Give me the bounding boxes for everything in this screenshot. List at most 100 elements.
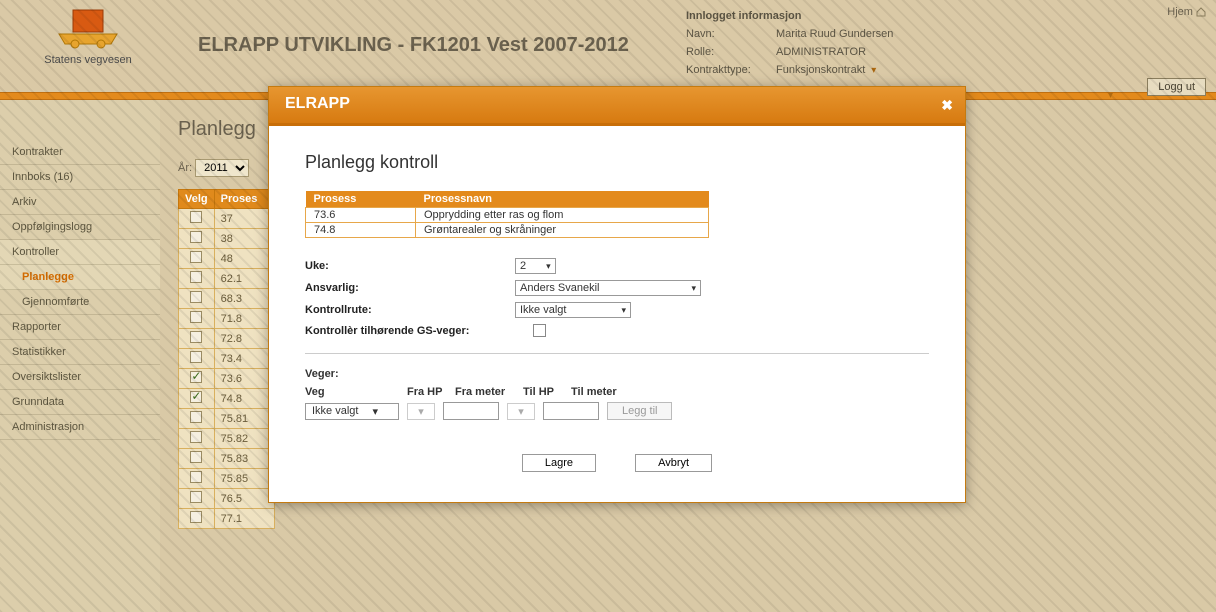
row-code: 75.82 [214,429,274,449]
chevron-down-icon: ▾ [372,405,378,418]
col-prosess: Proses [214,190,274,209]
sidebar-item-kontrakter[interactable]: Kontrakter [0,140,160,165]
row-checkbox-cell[interactable] [179,429,215,449]
user-info-title: Innlogget informasjon [686,10,1116,22]
table-row: 62.1 [179,269,275,289]
tilmeter-input[interactable] [543,402,599,420]
row-checkbox-cell[interactable] [179,209,215,229]
row-checkbox-cell[interactable] [179,489,215,509]
checkbox[interactable] [190,231,202,243]
header-extra-dropdown-icon[interactable]: ▾ [1108,90,1113,101]
logout-button[interactable]: Logg ut [1147,78,1206,96]
checkbox[interactable] [190,211,202,223]
table-row: 75.83 [179,449,275,469]
gs-veger-label: Kontrollèr tilhørende GS-veger: [305,325,533,337]
col-velg: Velg [179,190,215,209]
sidebar-item-oppfolgingslogg[interactable]: Oppfølgingslogg [0,215,160,240]
ansvarlig-select[interactable]: Anders Svanekil▾ [515,280,701,296]
row-checkbox-cell[interactable] [179,349,215,369]
checkbox[interactable] [190,351,202,363]
kontrollrute-label: Kontrollrute: [305,304,515,316]
row-checkbox-cell[interactable] [179,409,215,429]
modal-planlegg-kontroll: ELRAPP ✖ Planlegg kontroll Prosess Prose… [268,86,966,503]
chevron-down-icon: ▾ [621,305,626,316]
save-button[interactable]: Lagre [522,454,596,472]
ansvarlig-label: Ansvarlig: [305,282,515,294]
modal-heading: Planlegg kontroll [305,152,929,173]
frameter-input[interactable] [443,402,499,420]
contract-type-label: Kontrakttype: [686,62,776,79]
row-checkbox-cell[interactable] [179,309,215,329]
proc-row: 73.6 Opprydding etter ras og flom [306,208,709,223]
checkbox[interactable] [190,391,202,403]
brand-block: Statens vegvesen [18,6,158,66]
checkbox[interactable] [190,411,202,423]
sidebar-item-grunndata[interactable]: Grunndata [0,390,160,415]
uke-select[interactable]: 2▾ [515,258,556,274]
sidebar-item-kontroller[interactable]: Kontroller [0,240,160,265]
user-role-label: Rolle: [686,44,776,60]
sidebar-item-rapporter[interactable]: Rapporter [0,315,160,340]
row-checkbox-cell[interactable] [179,369,215,389]
selected-process-table: Prosess Prosessnavn 73.6 Opprydding ette… [305,191,709,238]
row-checkbox-cell[interactable] [179,229,215,249]
row-checkbox-cell[interactable] [179,389,215,409]
sidebar-item-innboks[interactable]: Innboks (16) [0,165,160,190]
tilhp-select[interactable]: ▾ [507,403,535,420]
row-code: 73.4 [214,349,274,369]
veg-select[interactable]: Ikke valgt▾ [305,403,399,420]
close-icon[interactable]: ✖ [941,97,953,114]
row-code: 38 [214,229,274,249]
table-row: 68.3 [179,289,275,309]
checkbox[interactable] [190,331,202,343]
sidebar-item-oversiktslister[interactable]: Oversiktslister [0,365,160,390]
row-code: 75.85 [214,469,274,489]
checkbox[interactable] [190,291,202,303]
process-table: Velg Proses 37384862.168.371.872.873.473… [178,189,275,529]
table-row: 71.8 [179,309,275,329]
row-code: 72.8 [214,329,274,349]
home-link[interactable]: Hjem [1167,6,1193,18]
row-checkbox-cell[interactable] [179,269,215,289]
row-checkbox-cell[interactable] [179,509,215,529]
separator [305,353,929,354]
header-right: Hjem Logg ut [1116,6,1206,96]
table-row: 73.4 [179,349,275,369]
checkbox[interactable] [190,271,202,283]
home-icon [1196,7,1206,17]
sidebar-item-statistikker[interactable]: Statistikker [0,340,160,365]
cancel-button[interactable]: Avbryt [635,454,712,472]
row-checkbox-cell[interactable] [179,449,215,469]
checkbox[interactable] [190,451,202,463]
checkbox[interactable] [190,311,202,323]
gs-veger-checkbox[interactable] [533,324,546,337]
row-checkbox-cell[interactable] [179,249,215,269]
checkbox[interactable] [190,491,202,503]
sidebar-item-arkiv[interactable]: Arkiv [0,190,160,215]
frahp-select[interactable]: ▾ [407,403,435,420]
add-veg-button[interactable]: Legg til [607,402,672,420]
row-checkbox-cell[interactable] [179,329,215,349]
sidebar-item-planlegge[interactable]: Planlegge [0,265,160,290]
checkbox[interactable] [190,371,202,383]
row-code: 74.8 [214,389,274,409]
chevron-down-icon: ▾ [518,405,524,418]
table-row: 75.85 [179,469,275,489]
checkbox[interactable] [190,511,202,523]
row-checkbox-cell[interactable] [179,289,215,309]
checkbox[interactable] [190,431,202,443]
checkbox[interactable] [190,471,202,483]
row-code: 76.5 [214,489,274,509]
brand-text: Statens vegvesen [18,54,158,66]
sidebar-item-gjennomforte[interactable]: Gjennomførte [0,290,160,315]
brand-logo-icon [53,8,123,52]
kontrollrute-select[interactable]: Ikke valgt▾ [515,302,631,318]
table-row: 73.6 [179,369,275,389]
user-name-label: Navn: [686,26,776,42]
row-checkbox-cell[interactable] [179,469,215,489]
modal-header: ELRAPP ✖ [269,87,965,126]
year-select[interactable]: 2011 [195,159,249,177]
checkbox[interactable] [190,251,202,263]
contract-type-dropdown[interactable]: Funksjonskontrakt [776,62,1116,79]
sidebar-item-administrasjon[interactable]: Administrasjon [0,415,160,440]
